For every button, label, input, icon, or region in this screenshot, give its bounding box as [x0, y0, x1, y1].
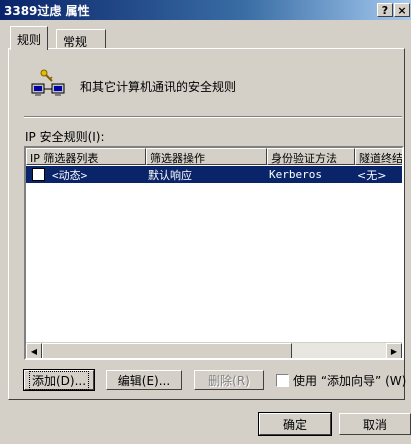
network-rules-icon — [31, 69, 65, 96]
scroll-thumb[interactable] — [42, 343, 292, 358]
add-button-label: 添加(D)... — [28, 370, 90, 390]
add-wizard-checkbox[interactable] — [276, 374, 289, 387]
edit-button[interactable]: 编辑(E)... — [106, 370, 182, 390]
rules-description: 和其它计算机通讯的安全规则 — [80, 80, 237, 94]
cell-auth-method: Kerberos — [269, 168, 322, 181]
ip-rules-label: IP 安全规则(I): — [25, 130, 105, 144]
horizontal-scrollbar[interactable]: ◀ ▶ — [26, 342, 402, 358]
window-title: 3389过虑 属性 — [4, 3, 90, 18]
cell-tunnel: <无> — [357, 168, 387, 182]
table-row[interactable]: <动态> 默认响应 Kerberos <无> — [26, 166, 402, 183]
separator — [24, 116, 402, 118]
list-header: IP 筛选器列表 筛选器操作 身份验证方法 隧道终结 — [26, 148, 402, 165]
remove-button[interactable]: 删除(R) — [194, 370, 264, 390]
ok-button[interactable]: 确定 — [258, 412, 332, 436]
tab-general[interactable]: 常规 — [56, 29, 106, 49]
cancel-button[interactable]: 取消 — [339, 413, 411, 435]
ip-rules-list[interactable]: IP 筛选器列表 筛选器操作 身份验证方法 隧道终结 <动态> 默认响应 Ker… — [24, 146, 404, 360]
rule-checkbox[interactable] — [32, 168, 45, 181]
column-header-tunnel[interactable]: 隧道终结 — [355, 148, 402, 165]
help-button[interactable]: ? — [377, 3, 393, 17]
tab-rules[interactable]: 规则 — [10, 26, 49, 50]
add-button[interactable]: 添加(D)... — [23, 369, 95, 391]
add-wizard-label: 使用 “添加向导” (W) — [293, 374, 407, 388]
column-header-filter-list[interactable]: IP 筛选器列表 — [26, 148, 146, 165]
title-bar: 3389过虑 属性 ? × — [0, 0, 411, 20]
cell-filter-action: 默认响应 — [148, 168, 192, 182]
add-wizard-option[interactable]: 使用 “添加向导” (W) — [276, 372, 406, 389]
tab-rules-label: 规则 — [17, 33, 42, 47]
tab-general-label: 常规 — [63, 35, 88, 49]
scroll-right-icon[interactable]: ▶ — [386, 343, 402, 358]
scroll-left-icon[interactable]: ◀ — [26, 343, 42, 358]
cell-filter-list: <动态> — [52, 168, 88, 182]
column-header-auth-method[interactable]: 身份验证方法 — [267, 148, 355, 165]
close-button[interactable]: × — [394, 3, 410, 17]
column-header-filter-action[interactable]: 筛选器操作 — [146, 148, 267, 165]
